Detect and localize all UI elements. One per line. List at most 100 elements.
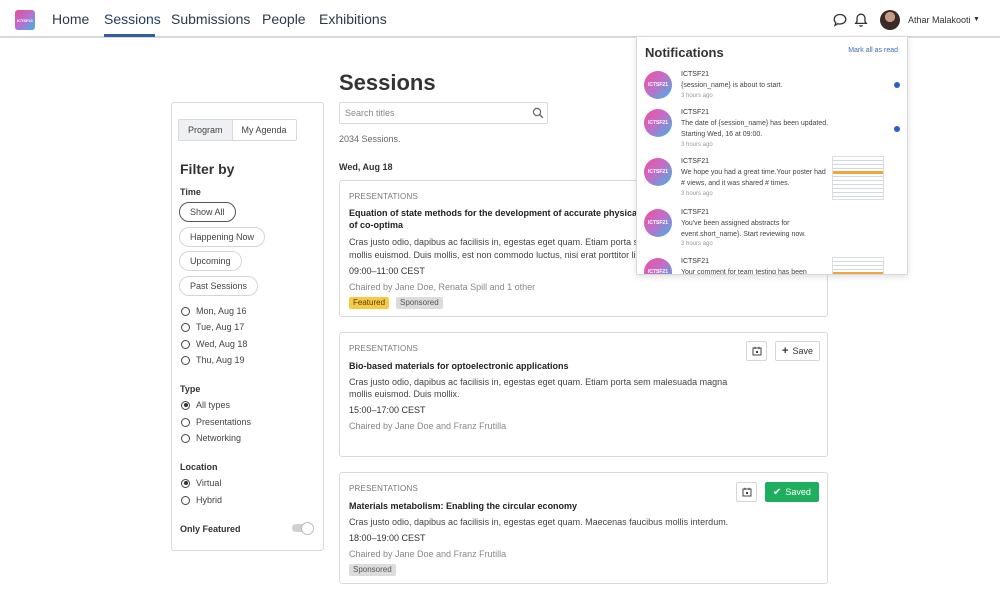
type-label: Type [180, 384, 201, 394]
type-option[interactable]: Presentations [181, 417, 251, 427]
radio-button[interactable] [181, 306, 190, 316]
type-label-text: Networking [196, 433, 242, 443]
only-featured-label: Only Featured [180, 524, 241, 534]
user-name[interactable]: Athar Malakooti [908, 15, 971, 25]
location-label: Location [180, 462, 218, 472]
nav-people[interactable]: People [262, 11, 306, 27]
only-featured-toggle[interactable] [292, 522, 314, 535]
chat-icon[interactable] [832, 12, 848, 28]
session-time: 18:00–19:00 CEST [349, 533, 426, 543]
search-input[interactable]: Search titles [339, 102, 548, 124]
session-title-cont[interactable]: of co-optima [349, 219, 403, 231]
nav-home[interactable]: Home [52, 11, 89, 27]
sponsored-badge: Sponsored [349, 564, 396, 576]
notification-message: We hope you had a great time.Your poster… [681, 169, 826, 187]
notification-source: ICTSF21 [681, 109, 710, 116]
type-option[interactable]: All types [181, 400, 230, 410]
session-card[interactable]: PRESENTATIONS Bio-based materials for op… [339, 332, 828, 457]
location-label-text: Hybrid [196, 495, 223, 505]
location-option[interactable]: Virtual [181, 478, 221, 488]
session-type: PRESENTATIONS [349, 192, 418, 201]
day-label: Wed, Aug 18 [196, 339, 248, 349]
radio-button[interactable] [181, 400, 190, 410]
location-label-text: Virtual [196, 478, 222, 488]
saved-button[interactable]: ✔ Saved [765, 482, 819, 502]
day-option[interactable]: Mon, Aug 16 [181, 306, 247, 316]
notification-message: The date of {session_name} has been upda… [681, 120, 829, 138]
filter-title: Filter by [180, 161, 235, 177]
session-time: 15:00–17:00 CEST [349, 405, 426, 415]
poster-thumbnail[interactable] [832, 257, 884, 274]
session-description-cont: mollis euismod. Duis mollix. [349, 389, 460, 399]
check-icon: ✔ [773, 486, 782, 498]
notification-avatar: ICTSF21 [644, 209, 672, 237]
active-nav-indicator [104, 34, 155, 37]
notification-avatar: ICTSF21 [644, 258, 672, 274]
unread-dot [894, 82, 900, 88]
day-option[interactable]: Thu, Aug 19 [181, 355, 245, 365]
save-label: Save [792, 346, 813, 356]
user-avatar[interactable] [880, 10, 900, 30]
type-label-text: Presentations [196, 417, 252, 427]
day-option[interactable]: Wed, Aug 18 [181, 339, 247, 349]
pill-upcoming[interactable]: Upcoming [179, 251, 242, 271]
save-button[interactable]: + Save [775, 341, 820, 361]
radio-button[interactable] [181, 433, 190, 443]
notification-source: ICTSF21 [681, 158, 710, 165]
chevron-down-icon[interactable]: ▼ [973, 16, 980, 23]
notification-time: 3 hours ago [681, 241, 713, 247]
pill-show-all[interactable]: Show All [179, 202, 236, 222]
radio-button[interactable] [181, 322, 190, 332]
results-count: 2034 Sessions. [339, 134, 401, 144]
radio-button[interactable] [181, 355, 190, 365]
session-title[interactable]: Equation of state methods for the develo… [349, 207, 640, 219]
nav-sessions[interactable]: Sessions [104, 11, 161, 27]
notification-source: ICTSF21 [681, 209, 710, 216]
pill-happening-now[interactable]: Happening Now [179, 227, 266, 247]
session-description: Cras justo odio, dapibus ac facilisis in… [349, 237, 651, 247]
top-nav: ICTSF21 Home Sessions Submissions People… [0, 0, 1000, 38]
date-heading: Wed, Aug 18 [339, 162, 393, 172]
mark-all-read-link[interactable]: Mark all as read [848, 47, 898, 54]
type-option[interactable]: Networking [181, 433, 241, 443]
search-icon[interactable] [532, 107, 544, 119]
session-chairs: Chaired by Jane Doe, Renata Spill and 1 … [349, 282, 536, 292]
agenda-tabs: Program My Agenda [178, 119, 297, 141]
notification-avatar: ICTSF21 [644, 71, 672, 99]
radio-button[interactable] [181, 339, 190, 349]
session-chairs: Chaired by Jane Doe and Franz Frutilla [349, 421, 507, 431]
location-option[interactable]: Hybrid [181, 495, 222, 505]
add-to-calendar-button[interactable] [736, 482, 757, 502]
session-title[interactable]: Materials metabolism: Enabling the circu… [349, 500, 577, 512]
notification-time: 3 hours ago [681, 142, 713, 148]
calendar-icon [742, 487, 751, 497]
bell-icon[interactable] [853, 12, 869, 28]
tab-program[interactable]: Program [179, 120, 233, 140]
nav-submissions[interactable]: Submissions [171, 11, 250, 27]
tab-my-agenda[interactable]: My Agenda [233, 120, 296, 140]
add-to-calendar-button[interactable] [746, 341, 767, 361]
radio-button[interactable] [181, 478, 190, 488]
day-label: Thu, Aug 19 [196, 355, 245, 365]
day-option[interactable]: Tue, Aug 17 [181, 322, 244, 332]
nav-exhibitions[interactable]: Exhibitions [319, 11, 387, 27]
pill-past-sessions[interactable]: Past Sessions [179, 276, 259, 296]
notification-message: Your comment for team testing has been [681, 269, 807, 275]
session-type: PRESENTATIONS [349, 344, 418, 353]
plus-icon: + [782, 345, 789, 357]
featured-badge: Featured [349, 297, 390, 309]
type-label-text: All types [196, 400, 231, 410]
radio-button[interactable] [181, 417, 190, 427]
filter-sidebar: Program My Agenda Filter by Time Show Al… [171, 102, 324, 551]
session-title[interactable]: Bio-based materials for optoelectronic a… [349, 360, 569, 372]
time-label: Time [180, 187, 201, 197]
notification-time: 3 hours ago [681, 191, 713, 197]
day-label: Tue, Aug 17 [196, 322, 245, 332]
session-description: Cras justo odio, dapibus ac facilisis in… [349, 517, 729, 527]
radio-button[interactable] [181, 495, 190, 505]
notification-message: {session_name} is about to start. [681, 82, 783, 89]
session-card[interactable]: PRESENTATIONS Materials metabolism: Enab… [339, 472, 828, 584]
notification-avatar: ICTSF21 [644, 158, 672, 186]
app-logo[interactable]: ICTSF21 [15, 10, 35, 30]
poster-thumbnail[interactable] [832, 156, 884, 200]
